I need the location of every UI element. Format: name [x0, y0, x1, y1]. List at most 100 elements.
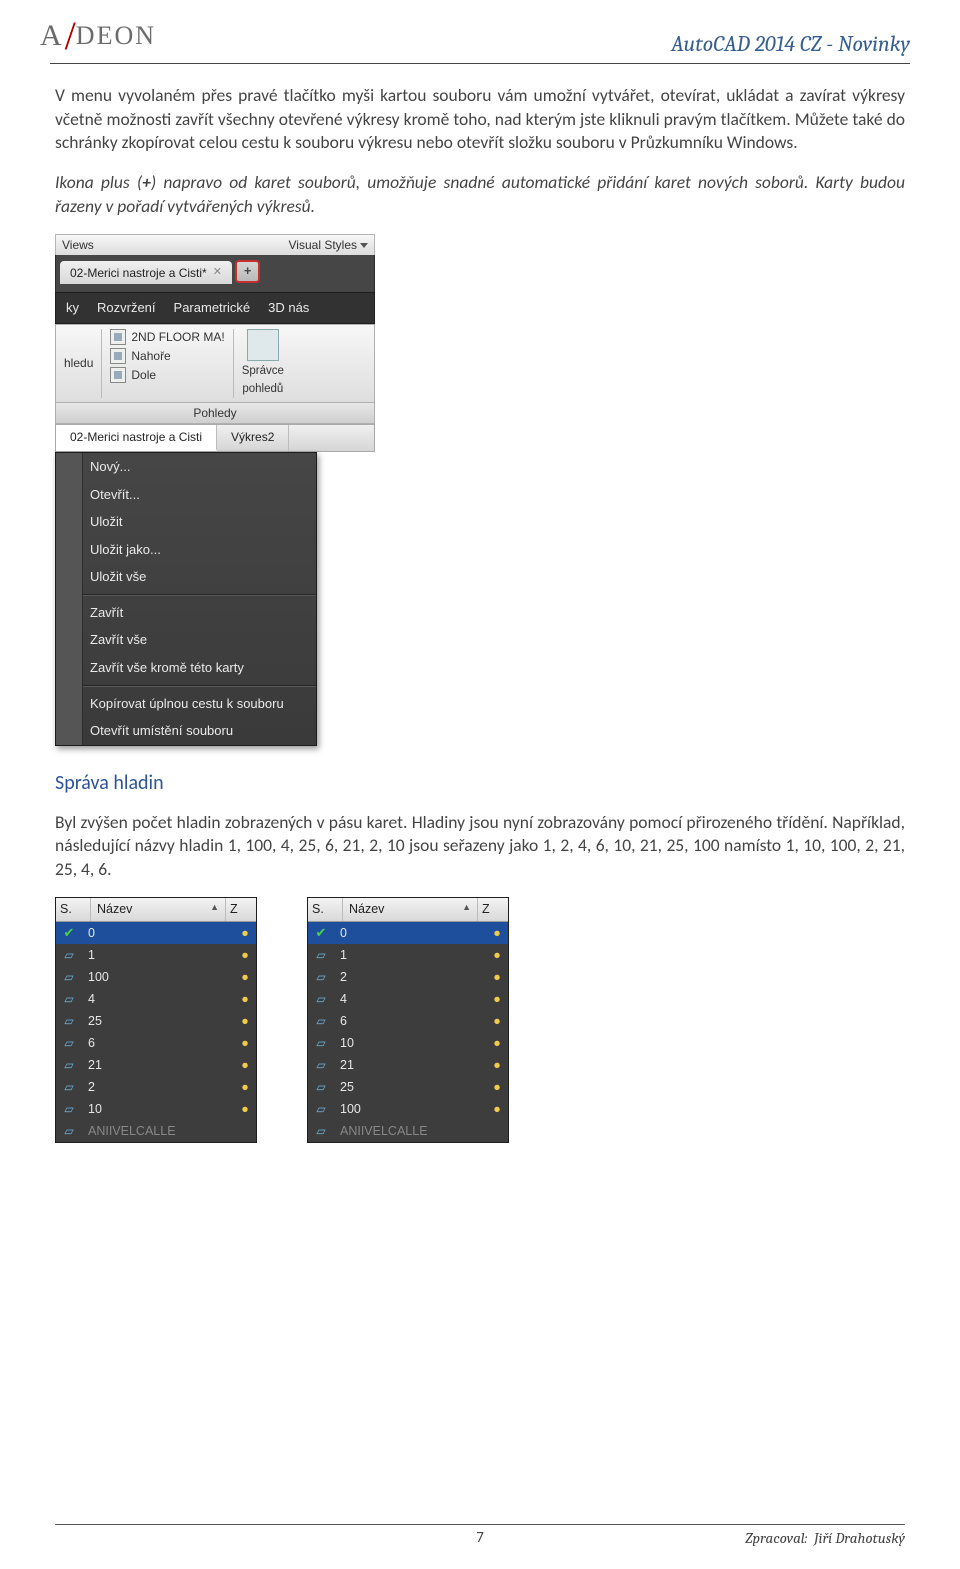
- new-tab-plus-button[interactable]: +: [236, 261, 259, 282]
- bulb-icon[interactable]: ●: [241, 1036, 249, 1050]
- col-on[interactable]: Z: [478, 898, 508, 921]
- table-row[interactable]: ▱10●: [308, 1032, 508, 1054]
- bulb-icon[interactable]: ●: [493, 1036, 501, 1050]
- bulb-icon[interactable]: ●: [241, 948, 249, 962]
- paragraph-1: V menu vyvolaném přes pravé tlačítko myš…: [55, 84, 905, 155]
- layer-icon: ▱: [64, 1080, 73, 1094]
- bulb-icon[interactable]: ●: [493, 1014, 501, 1028]
- ctx-open-location[interactable]: Otevřít umístění souboru: [56, 717, 316, 745]
- layer-icon: ▱: [316, 1080, 325, 1094]
- layer-icon: ▱: [316, 1036, 325, 1050]
- document-title: AutoCAD 2014 CZ - Novinky: [671, 31, 910, 59]
- layout-tab[interactable]: Výkres2: [217, 425, 289, 451]
- view-manager-button[interactable]: Správce pohledů: [234, 325, 292, 402]
- bulb-icon[interactable]: ●: [493, 1058, 501, 1072]
- table-row[interactable]: ▱21●: [308, 1054, 508, 1076]
- table-row[interactable]: ▱6●: [56, 1032, 256, 1054]
- col-name[interactable]: Název▲: [91, 898, 226, 921]
- table-row[interactable]: ▱4●: [56, 988, 256, 1010]
- view-item[interactable]: Nahoře: [110, 348, 224, 364]
- ribbon-panel: hledu 2ND FLOOR MA! Nahoře Dole Správce …: [55, 324, 375, 403]
- bulb-icon[interactable]: ●: [241, 970, 249, 984]
- file-tab[interactable]: 02-Merici nastroje a Cisti*✕: [60, 261, 232, 284]
- ctx-save-all[interactable]: Uložit vše: [56, 563, 316, 591]
- col-status[interactable]: S.: [308, 898, 343, 921]
- table-row[interactable]: ▱1●: [56, 944, 256, 966]
- bulb-icon[interactable]: ●: [493, 970, 501, 984]
- close-icon[interactable]: ✕: [213, 265, 222, 280]
- bulb-icon[interactable]: ●: [493, 948, 501, 962]
- table-row[interactable]: ▱2●: [308, 966, 508, 988]
- layer-icon: ▱: [64, 992, 73, 1006]
- ctx-open[interactable]: Otevřít...: [56, 481, 316, 509]
- layer-icon: ▱: [316, 1014, 325, 1028]
- table-row: ▱ANIIVELCALLE: [308, 1120, 508, 1142]
- visual-styles-dropdown[interactable]: Visual Styles: [289, 237, 368, 253]
- table-row[interactable]: ▱100●: [308, 1098, 508, 1120]
- page-header: A/DEON AutoCAD 2014 CZ - Novinky: [0, 0, 960, 63]
- ctx-copy-path[interactable]: Kopírovat úplnou cestu k souboru: [56, 690, 316, 718]
- layer-icon: ▱: [64, 1014, 73, 1028]
- layer-tables: S. Název▲ Z ✔0●▱1●▱100●▱4●▱25●▱6●▱21●▱2●…: [55, 897, 905, 1143]
- col-on[interactable]: Z: [226, 898, 256, 921]
- bulb-icon[interactable]: ●: [493, 992, 501, 1006]
- ctx-save-as[interactable]: Uložit jako...: [56, 536, 316, 564]
- table-row[interactable]: ▱10●: [56, 1098, 256, 1120]
- layer-icon: ▱: [316, 1058, 325, 1072]
- page-footer: 7 Zpracoval: Jiří Drahotuský: [0, 1524, 960, 1547]
- table-row[interactable]: ✔0●: [308, 922, 508, 944]
- table-row[interactable]: ▱1●: [308, 944, 508, 966]
- bulb-icon[interactable]: ●: [241, 1080, 249, 1094]
- chevron-down-icon: [360, 243, 368, 248]
- main-menu-bar: ky Rozvržení Parametrické 3D nás: [55, 292, 375, 324]
- ctx-close-others[interactable]: Zavřít vše kromě této karty: [56, 654, 316, 682]
- ribbon-view-list: 2ND FLOOR MA! Nahoře Dole: [102, 325, 232, 402]
- file-tab-bar: 02-Merici nastroje a Cisti*✕ +: [55, 255, 375, 284]
- table-row[interactable]: ▱6●: [308, 1010, 508, 1032]
- menu-item[interactable]: 3D nás: [268, 299, 309, 317]
- bulb-icon[interactable]: ●: [493, 1102, 501, 1116]
- ctx-close-all[interactable]: Zavřít vše: [56, 626, 316, 654]
- table-row[interactable]: ▱21●: [56, 1054, 256, 1076]
- col-name[interactable]: Název▲: [343, 898, 478, 921]
- bulb-icon[interactable]: ●: [493, 1080, 501, 1094]
- page-content: V menu vyvolaném přes pravé tlačítko myš…: [0, 64, 960, 1143]
- layout-tab[interactable]: 02-Merici nastroje a Cisti: [56, 425, 217, 451]
- view-manager-icon: [247, 329, 279, 361]
- bulb-icon[interactable]: ●: [493, 926, 501, 940]
- table-row[interactable]: ▱4●: [308, 988, 508, 1010]
- menu-item[interactable]: Rozvržení: [97, 299, 156, 317]
- layer-icon: ▱: [316, 1102, 325, 1116]
- bulb-icon[interactable]: ●: [241, 926, 249, 940]
- ctx-close[interactable]: Zavřít: [56, 599, 316, 627]
- bulb-icon[interactable]: ●: [241, 1058, 249, 1072]
- layer-table-new-sort: S. Název▲ Z ✔0●▱1●▱2●▱4●▱6●▱10●▱21●▱25●▱…: [307, 897, 509, 1143]
- view-item[interactable]: Dole: [110, 367, 224, 383]
- table-row[interactable]: ▱100●: [56, 966, 256, 988]
- layer-icon: ▱: [64, 948, 73, 962]
- menu-item[interactable]: ky: [66, 299, 79, 317]
- view-icon: [110, 329, 126, 345]
- table-row[interactable]: ▱2●: [56, 1076, 256, 1098]
- check-icon: ✔: [316, 925, 327, 940]
- table-header: S. Název▲ Z: [56, 898, 256, 922]
- page-number: 7: [476, 1529, 484, 1547]
- bulb-icon[interactable]: ●: [241, 1014, 249, 1028]
- bulb-icon[interactable]: ●: [241, 1102, 249, 1116]
- col-status[interactable]: S.: [56, 898, 91, 921]
- ctx-new[interactable]: Nový...: [56, 453, 316, 481]
- bulb-icon[interactable]: ●: [241, 992, 249, 1006]
- paragraph-2: Ikona plus (+) napravo od karet souborů,…: [55, 171, 905, 218]
- view-item[interactable]: 2ND FLOOR MA!: [110, 329, 224, 345]
- table-row[interactable]: ▱25●: [308, 1076, 508, 1098]
- ctx-save[interactable]: Uložit: [56, 508, 316, 536]
- layer-icon: ▱: [64, 1058, 73, 1072]
- layer-icon: ▱: [316, 948, 325, 962]
- ribbon-strip-top: Views Visual Styles: [55, 234, 375, 255]
- table-row[interactable]: ▱25●: [56, 1010, 256, 1032]
- layer-icon: ▱: [64, 1102, 73, 1116]
- table-header: S. Název▲ Z: [308, 898, 508, 922]
- layout-tab-bar: 02-Merici nastroje a Cisti Výkres2: [55, 424, 375, 452]
- table-row[interactable]: ✔0●: [56, 922, 256, 944]
- menu-item[interactable]: Parametrické: [174, 299, 251, 317]
